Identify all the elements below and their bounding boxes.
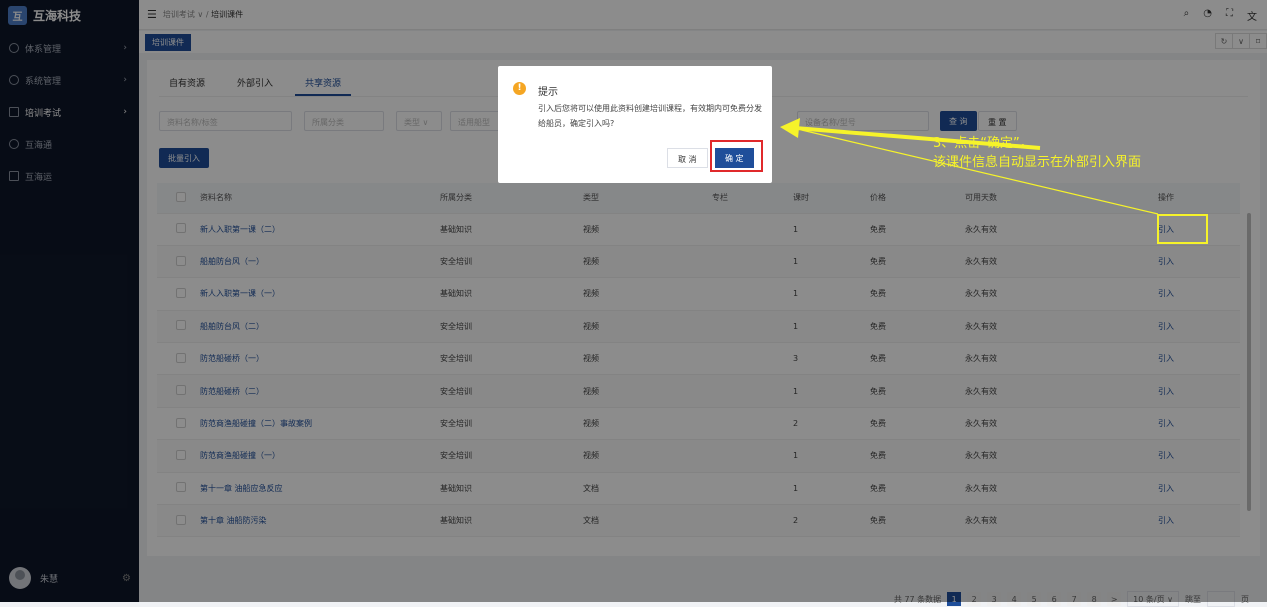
annotation-arrow xyxy=(780,118,1159,215)
annotation-line-1: 3、点击“确定”， xyxy=(933,136,1033,151)
annotation-line-2: 该课件信息自动显示在外部引入界面 xyxy=(933,155,1142,170)
annotation-arrow-head xyxy=(780,118,800,138)
step-annotation: 3、点击“确定”， 该课件信息自动显示在外部引入界面 xyxy=(933,134,1141,172)
